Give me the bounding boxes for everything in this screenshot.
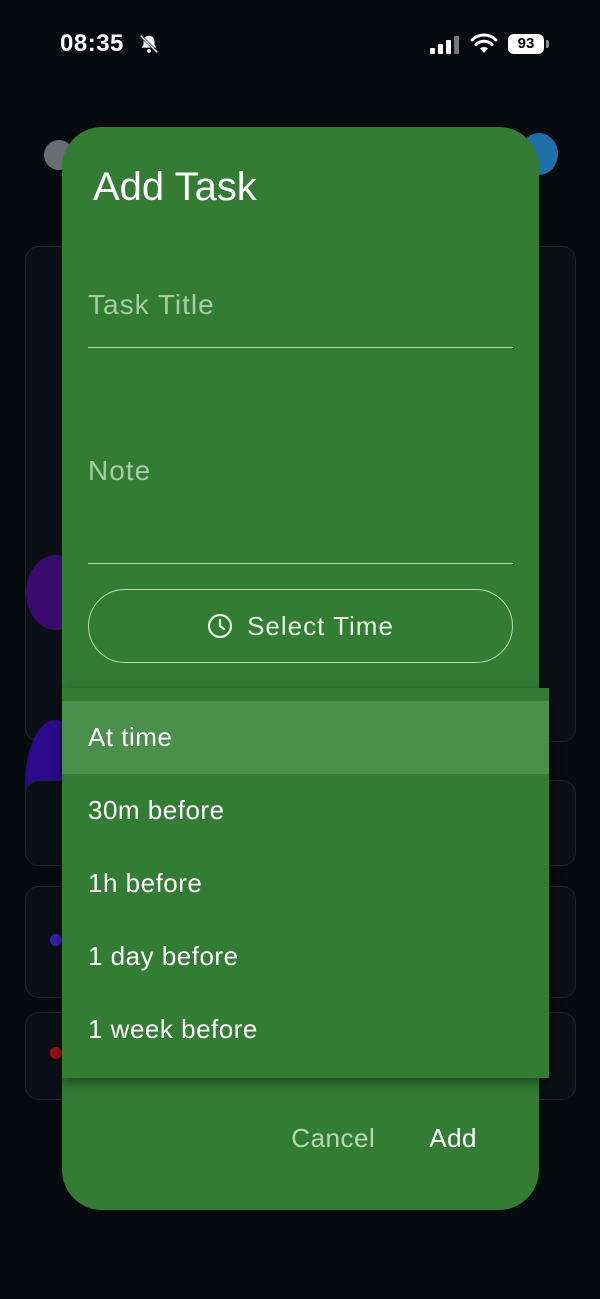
note-field xyxy=(88,447,513,564)
background-task-dot-1 xyxy=(50,934,62,946)
select-time-label: Select Time xyxy=(247,610,394,641)
add-button[interactable]: Add xyxy=(429,1123,477,1154)
select-time-button[interactable]: Select Time xyxy=(88,589,513,663)
note-input[interactable] xyxy=(88,455,513,515)
reminder-dropdown-menu: At time 30m before 1h before 1 day befor… xyxy=(62,688,549,1078)
dialog-actions: Cancel Add xyxy=(291,1123,477,1154)
task-title-input[interactable] xyxy=(88,283,513,327)
clock-icon xyxy=(207,613,233,639)
background-task-dot-2 xyxy=(50,1047,62,1059)
cancel-button[interactable]: Cancel xyxy=(291,1123,375,1154)
menu-item-30m-before[interactable]: 30m before xyxy=(62,774,549,847)
task-title-field xyxy=(88,277,513,348)
menu-item-at-time[interactable]: At time xyxy=(62,701,549,774)
menu-item-1-week-before[interactable]: 1 week before xyxy=(62,993,549,1066)
menu-item-1h-before[interactable]: 1h before xyxy=(62,847,549,920)
menu-item-1-day-before[interactable]: 1 day before xyxy=(62,920,549,993)
dialog-title: Add Task xyxy=(93,165,257,209)
